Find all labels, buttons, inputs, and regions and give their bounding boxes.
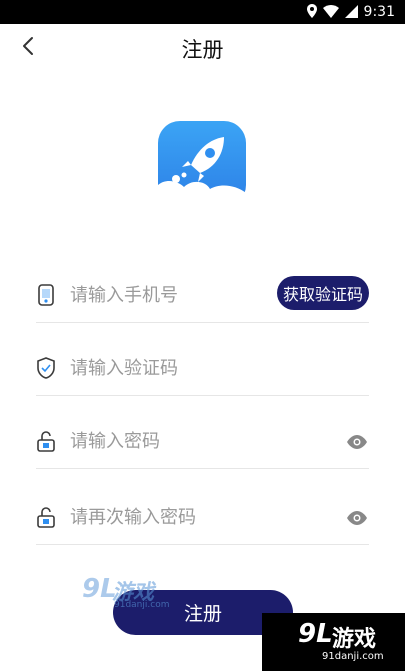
- confirm-password-input[interactable]: [70, 502, 290, 532]
- wifi-icon: [322, 3, 339, 22]
- watermark-mark: 9L: [298, 619, 333, 649]
- nav-bar: 注册: [0, 24, 405, 72]
- phone-field: 获取验证码: [36, 272, 369, 323]
- status-bar: 9:31: [0, 0, 405, 24]
- get-code-button[interactable]: 获取验证码: [277, 276, 369, 310]
- app-logo: [158, 121, 246, 217]
- phone-input[interactable]: [70, 280, 290, 310]
- lock-icon: [36, 505, 56, 529]
- phone-icon: [36, 283, 56, 307]
- verification-code-field: [36, 323, 369, 396]
- shield-icon: [36, 356, 56, 380]
- watermark-url: 91danji.com: [114, 600, 170, 610]
- page-title: 注册: [181, 38, 224, 62]
- status-icons: 9:31: [306, 3, 395, 22]
- confirm-password-field: [36, 469, 369, 545]
- watermark-logo-corner: 9L 游戏 91danji.com: [262, 613, 405, 671]
- password-input[interactable]: [70, 426, 290, 456]
- lock-icon: [36, 429, 56, 453]
- password-field: [36, 396, 369, 469]
- watermark-url: 91danji.com: [322, 651, 384, 662]
- status-time: 9:31: [363, 4, 395, 20]
- signal-icon: [344, 3, 358, 22]
- verification-code-input[interactable]: [70, 353, 290, 383]
- location-icon: [306, 3, 317, 22]
- eye-icon[interactable]: [345, 432, 369, 452]
- eye-icon[interactable]: [345, 508, 369, 528]
- watermark-logo: 9L 游戏 91danji.com: [82, 574, 178, 614]
- watermark-brand: 游戏: [332, 627, 377, 652]
